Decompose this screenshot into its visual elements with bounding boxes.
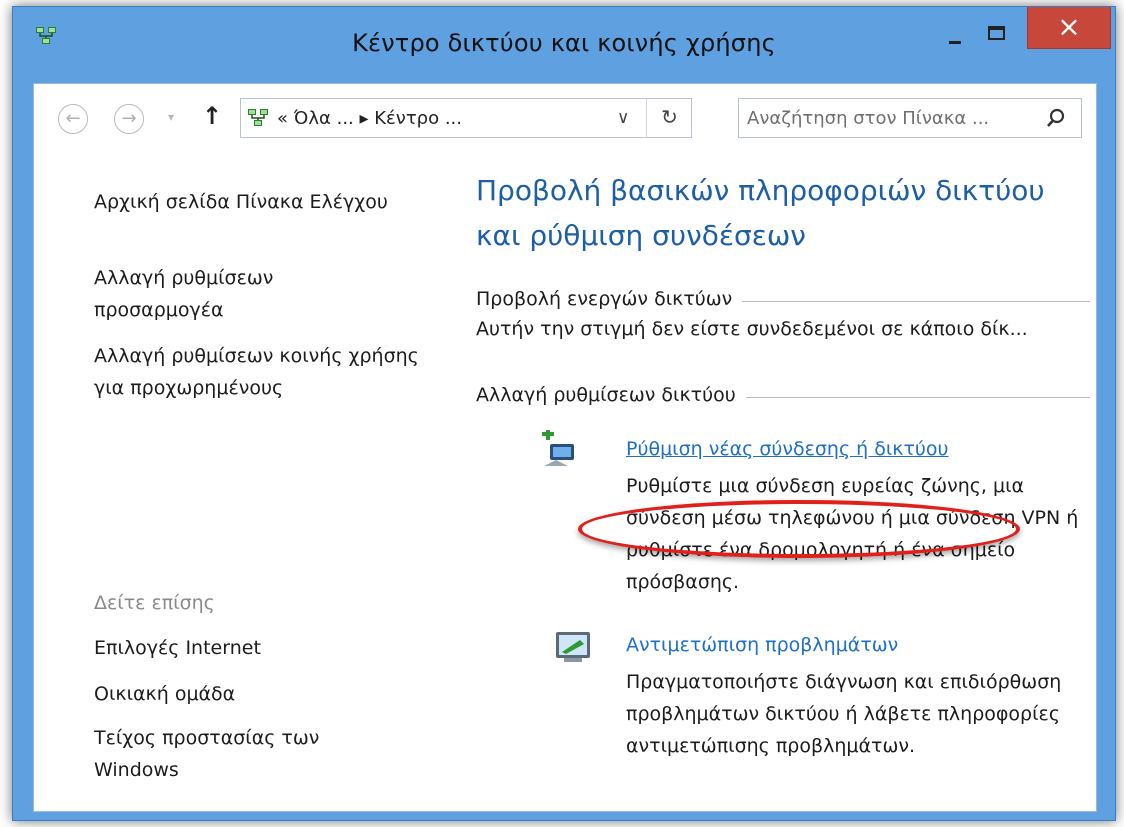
highlight-ellipse (578, 500, 1020, 558)
troubleshoot-icon[interactable] (554, 628, 596, 670)
navigation-bar: ← → ▾ ↑ « Όλα ... ▸ Κέντρο ... ∨ ↻ (34, 84, 1096, 146)
window-content: ← → ▾ ↑ « Όλα ... ▸ Κέντρο ... ∨ ↻ Αναζή… (33, 83, 1097, 812)
up-button[interactable]: ↑ (202, 102, 222, 130)
forward-button[interactable]: → (114, 104, 144, 134)
see-also-caption: Δείτε επίσης (94, 592, 215, 614)
network-sharing-center-window: Κέντρο δικτύου και κοινής χρήσης × ← → ▾… (12, 6, 1116, 821)
change-settings-header: Αλλαγή ρυθμίσεων δικτύου (476, 384, 1090, 406)
maximize-button[interactable] (981, 19, 1011, 49)
main-content: Προβολή βασικών πληροφοριών δικτύου και … (474, 146, 1096, 806)
change-settings-title: Αλλαγή ρυθμίσεων δικτύου (476, 384, 736, 406)
sidebar-item-windows-firewall[interactable]: Τείχος προστασίας των Windows (94, 722, 394, 786)
search-input[interactable] (747, 105, 1037, 131)
page-title: Προβολή βασικών πληροφοριών δικτύου και … (476, 174, 1045, 252)
close-button[interactable]: × (1027, 7, 1111, 49)
search-icon[interactable] (1045, 107, 1067, 129)
minimize-button[interactable] (940, 23, 970, 53)
title-bar[interactable]: Κέντρο δικτύου και κοινής χρήσης × (13, 7, 1115, 83)
troubleshoot-link[interactable]: Αντιμετώπιση προβλημάτων (626, 634, 898, 656)
sidebar-item-homegroup[interactable]: Οικιακή ομάδα (94, 678, 235, 710)
sidebar-item-adapter-settings[interactable]: Αλλαγή ρυθμίσεων προσαρμογέα (94, 262, 354, 326)
address-dropdown-icon[interactable]: ∨ (617, 108, 629, 128)
troubleshoot-description: Πραγματοποιήστε διάγνωση και επιδιόρθωση… (626, 671, 1062, 757)
active-networks-title: Προβολή ενεργών δικτύων (476, 288, 733, 310)
back-button[interactable]: ← (58, 104, 88, 134)
search-box[interactable] (738, 98, 1082, 138)
recent-locations-dropdown-icon[interactable]: ▾ (168, 110, 174, 124)
sidebar-item-internet-options[interactable]: Επιλογές Internet (94, 632, 261, 664)
connection-status-text: Αυτήν την στιγμή δεν είστε συνδεδεμένοι … (476, 318, 1028, 340)
new-connection-icon[interactable] (538, 430, 580, 472)
active-networks-header: Προβολή ενεργών δικτύων (476, 288, 1090, 310)
section-divider (745, 396, 1090, 398)
breadcrumb[interactable]: « Όλα ... ▸ Κέντρο ... (277, 108, 462, 129)
section-divider (742, 300, 1090, 302)
refresh-button[interactable]: ↻ (646, 99, 692, 137)
setup-new-connection-link[interactable]: Ρύθμιση νέας σύνδεσης ή δικτύου (626, 438, 949, 460)
sidebar-item-advanced-sharing[interactable]: Αλλαγή ρυθμίσεων κοινής χρήσης για προχω… (94, 340, 424, 404)
address-bar[interactable]: « Όλα ... ▸ Κέντρο ... ∨ ↻ (240, 98, 692, 138)
network-location-icon (248, 109, 268, 126)
sidebar: Αρχική σελίδα Πίνακα Ελέγχου Αλλαγή ρυθμ… (34, 146, 454, 806)
sidebar-item-control-panel-home[interactable]: Αρχική σελίδα Πίνακα Ελέγχου (94, 186, 388, 218)
